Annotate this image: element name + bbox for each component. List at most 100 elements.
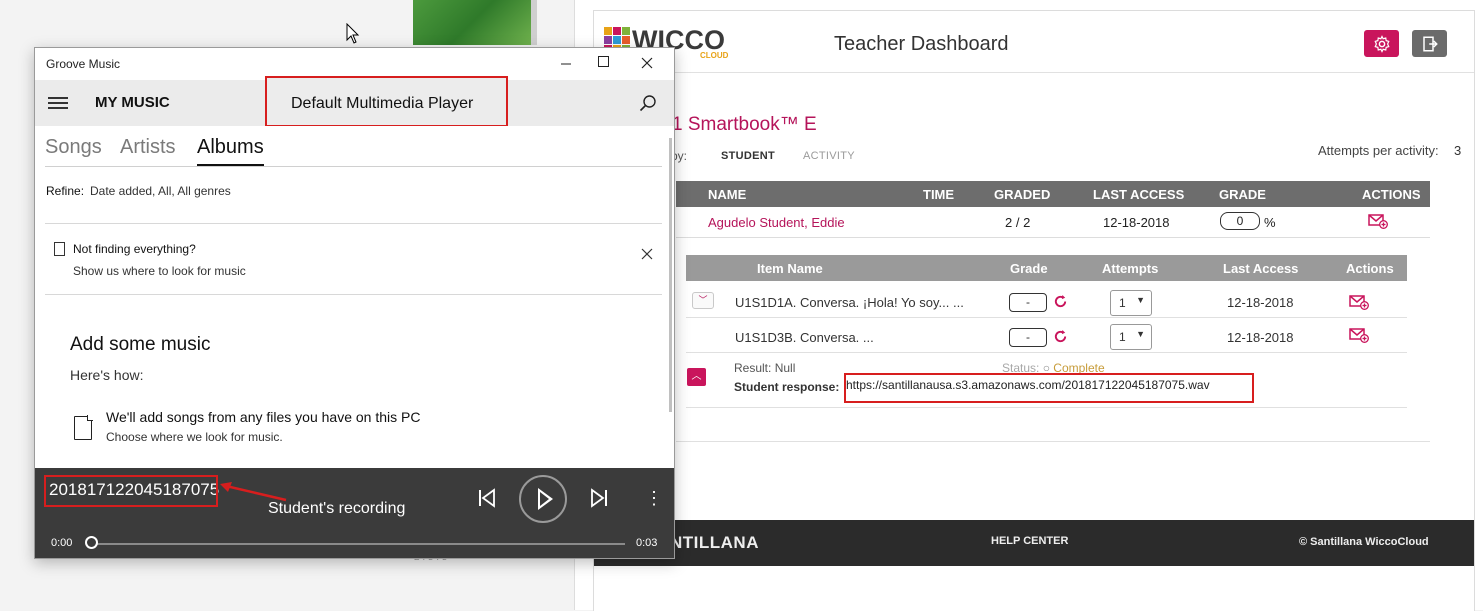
last-access-value: 12-18-2018 — [1103, 215, 1170, 230]
item-name: U1S1D1A. Conversa. ¡Hola! Yo soy... ... — [735, 295, 964, 310]
choose-folders-link[interactable]: Choose where we look for music. — [106, 430, 283, 444]
header-last-access: LAST ACCESS — [1093, 187, 1185, 202]
student-response-label: Student response: — [734, 380, 840, 394]
play-button[interactable] — [519, 475, 567, 523]
groove-music-window: Groove Music MY MUSIC Default Multimedia… — [34, 47, 675, 559]
refine-filter[interactable]: Date added, All, All genres — [90, 184, 231, 198]
mail-add-icon[interactable] — [1349, 294, 1369, 310]
attempts-select-value: 1 — [1119, 330, 1126, 344]
tab-artists[interactable]: Artists — [120, 136, 176, 159]
tab-songs[interactable]: Songs — [45, 136, 102, 159]
minimize-icon — [561, 63, 571, 65]
tab-albums[interactable]: Albums — [197, 136, 264, 159]
item-last-access: 12-18-2018 — [1227, 330, 1294, 345]
list-item[interactable]: ﹀ U1S1D1A. Conversa. ¡Hola! Yo soy... ..… — [686, 288, 1407, 318]
divider — [686, 407, 1407, 408]
close-icon — [641, 248, 653, 260]
item-grade-input[interactable]: - — [1009, 293, 1047, 312]
divider — [676, 441, 1430, 442]
notice-title[interactable]: Not finding everything? — [73, 242, 196, 256]
chevron-up-icon: ︿ — [691, 371, 702, 382]
minimize-button[interactable] — [555, 52, 577, 74]
attempts-select[interactable]: 1 ▼ — [1110, 324, 1152, 350]
divider — [45, 223, 662, 224]
student-name-link[interactable]: Agudelo Student, Eddie — [708, 215, 845, 230]
header-graded: GRADED — [994, 187, 1051, 202]
collapse-row-button[interactable]: ︿ — [687, 368, 706, 386]
dashboard-header: WICCO CLOUD Teacher Dashboard — [594, 11, 1474, 73]
active-tab-indicator — [197, 164, 264, 166]
tab-student[interactable]: STUDENT — [721, 150, 775, 162]
tab-activity[interactable]: ACTIVITY — [803, 150, 855, 162]
logo-subtext: CLOUD — [700, 51, 729, 60]
attempts-select[interactable]: 1 ▼ — [1110, 290, 1152, 316]
scrollbar[interactable] — [669, 138, 672, 412]
maximize-button[interactable] — [598, 56, 609, 67]
header-item-grade: Grade — [1010, 261, 1048, 276]
annotation-box — [844, 373, 1254, 403]
page-title: Teacher Dashboard — [834, 33, 1009, 55]
refresh-icon[interactable] — [1053, 294, 1068, 309]
mail-add-icon[interactable] — [1349, 327, 1369, 343]
add-music-title: Add some music — [70, 334, 211, 355]
grade-input[interactable]: 0 — [1220, 212, 1260, 230]
footer: NTILLANA HELP CENTER © Santillana WiccoC… — [594, 520, 1474, 566]
settings-button[interactable] — [1364, 30, 1399, 57]
divider — [45, 166, 662, 167]
attempts-value: 3 — [1454, 143, 1462, 158]
close-icon — [641, 57, 653, 69]
items-table-header: Item Name Grade Attempts Last Access Act… — [686, 255, 1407, 281]
book-title: 1 Smartbook™ E — [672, 114, 817, 135]
now-playing-bar: 201817122045187075 Student's recording ⋮… — [35, 468, 674, 558]
close-button[interactable] — [641, 51, 653, 74]
previous-track-icon[interactable] — [475, 486, 499, 510]
next-track-icon[interactable] — [587, 486, 611, 510]
header-name: NAME — [708, 187, 747, 202]
refresh-icon[interactable] — [1053, 329, 1068, 344]
time-total: 0:03 — [636, 537, 658, 549]
notice-body[interactable]: Show us where to look for music — [73, 264, 246, 278]
table-row[interactable]: Agudelo Student, Eddie 2 / 2 12-18-2018 … — [676, 207, 1430, 238]
annotation-label: Student's recording — [268, 500, 406, 517]
chevron-down-icon: ▼ — [1136, 329, 1145, 339]
seek-bar[interactable] — [93, 543, 625, 545]
chevron-down-icon: ▼ — [1136, 295, 1145, 305]
annotation-label: Default Multimedia Player — [291, 95, 474, 112]
copyright: © Santillana WiccoCloud — [1299, 536, 1429, 548]
refine-label: Refine: — [46, 184, 85, 198]
help-center-link[interactable]: HELP CENTER — [991, 535, 1068, 547]
expand-row-button[interactable]: ﹀ — [692, 292, 714, 309]
header-item-name: Item Name — [757, 261, 823, 276]
list-item[interactable]: U1S1D3B. Conversa. ... - 1 ▼ 12-18-2018 — [686, 323, 1407, 353]
header-item-actions: Actions — [1346, 261, 1394, 276]
logout-button[interactable] — [1412, 30, 1447, 57]
exit-icon — [1422, 36, 1438, 51]
teacher-dashboard-page: WICCO CLOUD Teacher Dashboard 1 Smartboo… — [593, 10, 1475, 611]
graded-value: 2 / 2 — [1005, 215, 1031, 230]
result-label: Result: — [734, 361, 772, 375]
students-table-header: NAME TIME GRADED LAST ACCESS GRADE ACTIO… — [676, 181, 1430, 207]
play-icon-inner — [540, 492, 549, 506]
item-last-access: 12-18-2018 — [1227, 295, 1294, 310]
mail-add-icon[interactable] — [1368, 213, 1388, 229]
annotation-box — [44, 475, 218, 507]
header-time: TIME — [923, 187, 955, 202]
header-grade: GRADE — [1219, 187, 1266, 202]
mouse-cursor-icon — [346, 23, 360, 44]
result-value: Null — [774, 361, 796, 375]
window-title: Groove Music — [46, 57, 121, 71]
seek-thumb[interactable] — [85, 536, 98, 549]
hamburger-menu-icon[interactable] — [48, 97, 68, 112]
header-item-last-access: Last Access — [1223, 261, 1299, 276]
attempts-select-value: 1 — [1119, 296, 1126, 310]
dismiss-notice-button[interactable] — [641, 247, 653, 265]
item-grade-input[interactable]: - — [1009, 328, 1047, 347]
gear-icon — [1373, 34, 1390, 53]
book-thumbnail-image — [413, 0, 537, 45]
header-actions: ACTIONS — [1362, 187, 1421, 202]
more-options-icon[interactable]: ⋮ — [645, 488, 663, 509]
search-icon[interactable] — [639, 94, 657, 112]
add-files-title[interactable]: We'll add songs from any files you have … — [106, 409, 420, 425]
result-line: Result: Null — [734, 361, 795, 375]
music-content: Songs Artists Albums Refine: Date added,… — [35, 126, 674, 468]
